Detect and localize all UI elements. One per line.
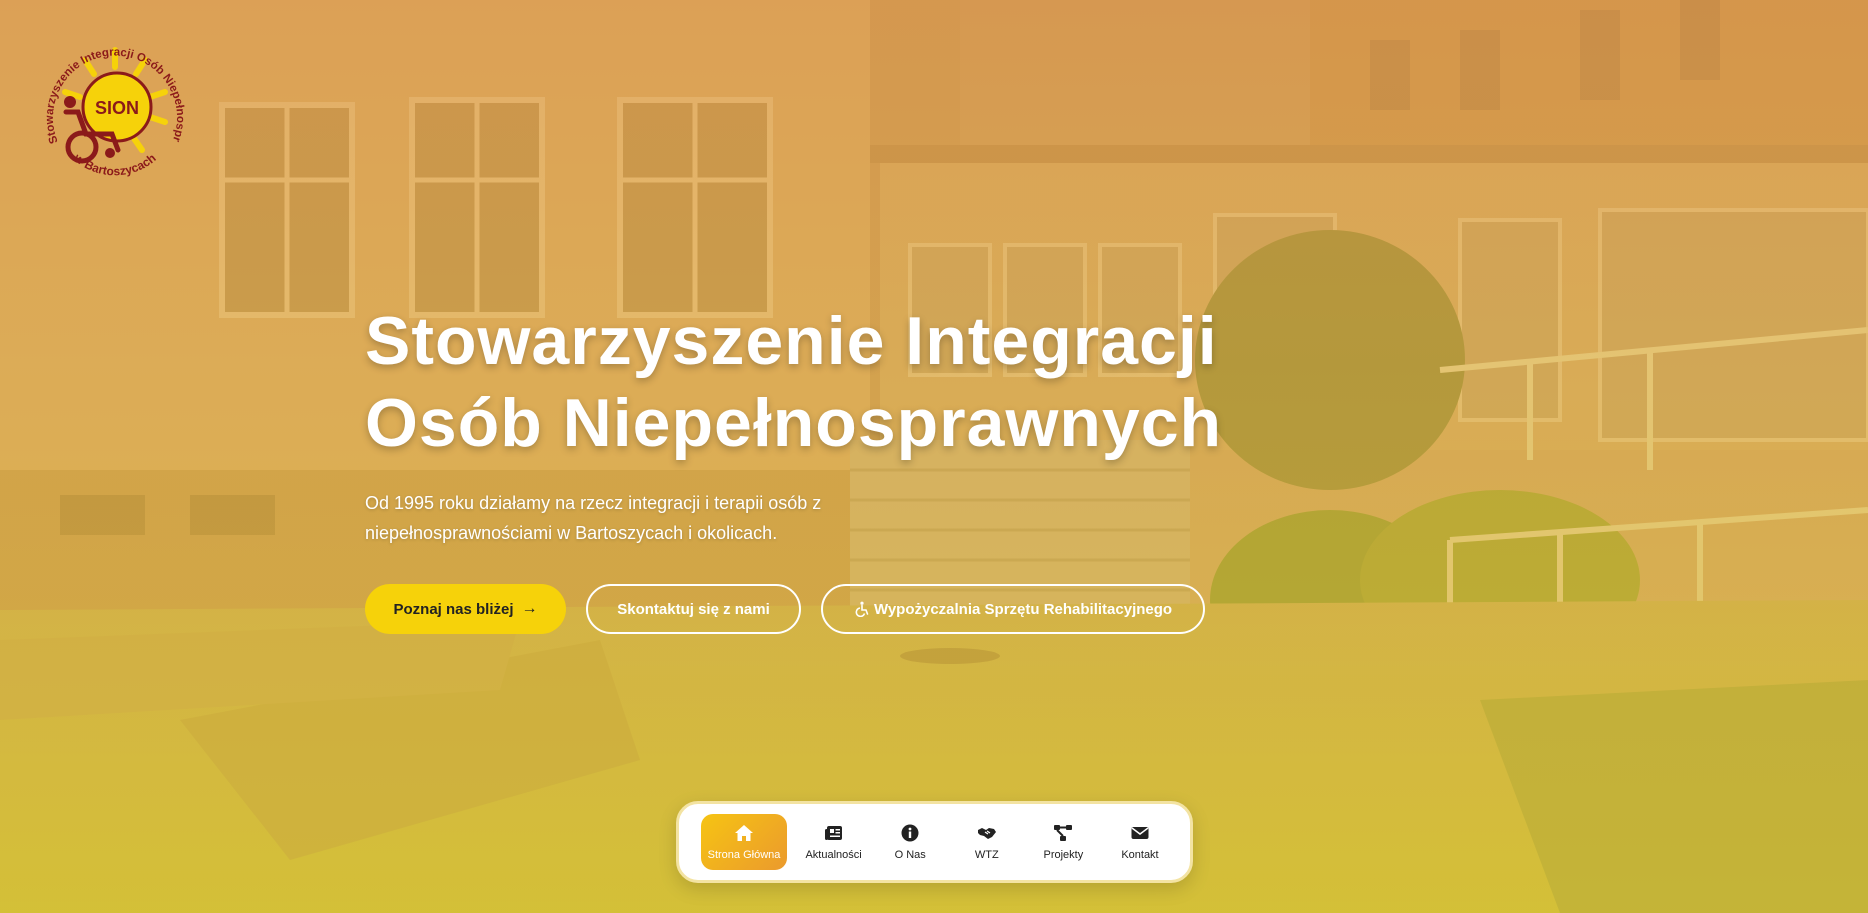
nav-label-wtz: WTZ	[974, 849, 999, 861]
nav-label-news: Aktualności	[805, 849, 862, 861]
hero-buttons: Poznaj nas bliżej → Skontaktuj się z nam…	[365, 584, 1365, 634]
nav-item-news[interactable]: Aktualności	[804, 814, 864, 870]
rental-button[interactable]: Wypożyczalnia Sprzętu Rehabilitacyjnego	[821, 584, 1205, 634]
learn-more-button[interactable]: Poznaj nas bliżej →	[365, 584, 566, 634]
hero-description: Od 1995 roku działamy na rzecz integracj…	[365, 493, 822, 543]
nav-item-projects[interactable]: Projekty	[1033, 814, 1093, 870]
nav-item-home[interactable]: Strona Główna	[701, 814, 787, 870]
nav-label-contact: Kontakt	[1121, 849, 1159, 861]
info-icon	[901, 824, 919, 842]
newspaper-icon	[824, 826, 842, 840]
nav-item-about[interactable]: O Nas	[880, 814, 940, 870]
nav-label-projects: Projekty	[1043, 849, 1084, 861]
nav-label-about: O Nas	[894, 849, 926, 861]
wheelchair-icon	[854, 601, 870, 617]
rental-label: Wypożyczalnia Sprzętu Rehabilitacyjnego	[873, 600, 1173, 618]
hero-title-line-2: Osób Niepełnosprawnych	[365, 385, 1223, 461]
learn-more-label: Poznaj nas bliżej	[393, 600, 514, 618]
envelope-icon	[1131, 827, 1149, 839]
contact-label: Skontaktuj się z nami	[617, 600, 770, 618]
logo-sion-text: SION	[95, 98, 139, 118]
arrow-right-icon: →	[521, 600, 538, 617]
sion-logo[interactable]: SION Stowarzyszenie Integracji Osób Niep…	[25, 13, 200, 192]
hero-title-line-1: Stowarzyszenie Integracji	[365, 303, 1218, 379]
home-icon	[735, 825, 753, 841]
hero-title: Stowarzyszenie Integracji Osób Niepełnos…	[365, 300, 1365, 464]
handshake-icon	[977, 828, 996, 839]
hero-content: Stowarzyszenie Integracji Osób Niepełnos…	[365, 300, 1365, 634]
nav-item-contact[interactable]: Kontakt	[1110, 814, 1170, 870]
bottom-navigation: Strona Główna Aktualności O Nas WTZ Proj…	[676, 801, 1193, 883]
logo-graphic: SION Stowarzyszenie Integracji Osób Niep…	[25, 13, 187, 178]
contact-button[interactable]: Skontaktuj się z nami	[586, 584, 801, 634]
nav-label-home: Strona Główna	[707, 849, 781, 861]
project-diagram-icon	[1054, 825, 1073, 841]
nav-item-wtz[interactable]: WTZ	[957, 814, 1017, 870]
